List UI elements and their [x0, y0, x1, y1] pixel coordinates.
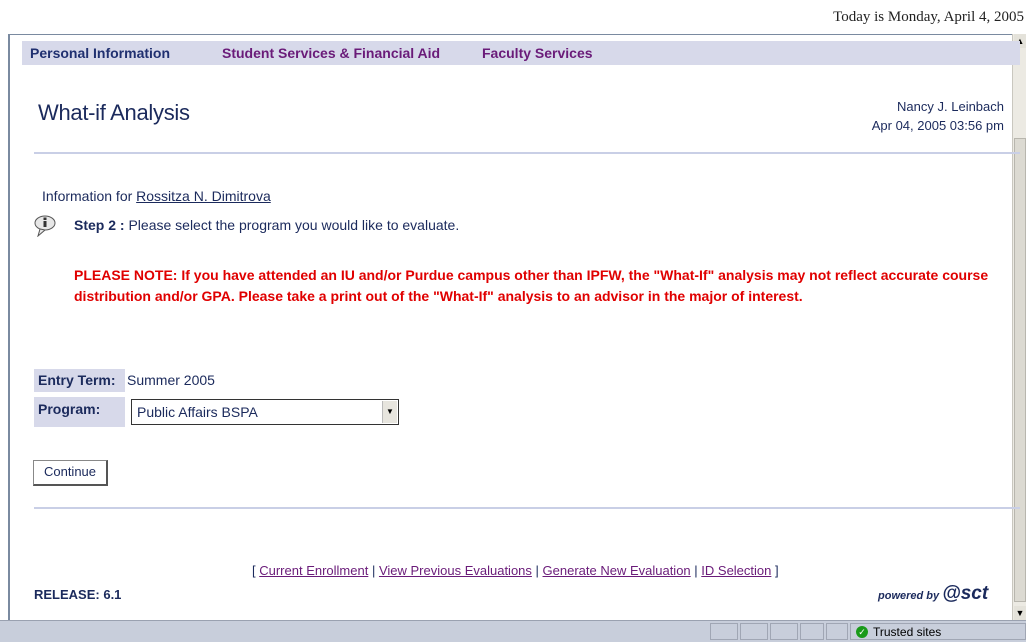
tab-personal-information[interactable]: Personal Information [30, 45, 170, 61]
browser-statusbar: ✓ Trusted sites [0, 620, 1026, 642]
session-timestamp: Apr 04, 2005 03:56 pm [871, 118, 1004, 133]
scroll-thumb[interactable] [1014, 138, 1026, 602]
program-selected-value: Public Affairs BSPA [137, 404, 258, 420]
status-pane [770, 623, 798, 640]
powered-by-text: powered by [878, 590, 940, 602]
continue-button[interactable]: Continue [33, 460, 108, 486]
warning-note: PLEASE NOTE: If you have attended an IU … [74, 267, 989, 304]
footer-divider [34, 507, 1020, 509]
step-instruction: Please select the program you would like… [128, 217, 460, 233]
sct-logo-text: sct [960, 583, 989, 604]
header-divider [34, 152, 1020, 154]
tab-student-services[interactable]: Student Services & Financial Aid [222, 45, 440, 61]
generate-new-evaluation-link[interactable]: Generate New Evaluation [543, 563, 691, 578]
user-info: Nancy J. Leinbach Apr 04, 2005 03:56 pm [872, 97, 1004, 135]
scroll-down-icon[interactable]: ▼ [1014, 606, 1026, 620]
tab-faculty-services[interactable]: Faculty Services [482, 45, 593, 61]
page-title: What-if Analysis [38, 100, 190, 125]
status-pane [740, 623, 768, 640]
vertical-scrollbar[interactable]: ▲ ▼ [1012, 34, 1026, 620]
entry-term-label: Entry Term: [34, 369, 125, 392]
id-selection-link[interactable]: ID Selection [701, 563, 771, 578]
info-prefix: Information for [42, 188, 133, 204]
status-pane [826, 623, 848, 640]
chevron-down-icon[interactable]: ▼ [382, 401, 397, 423]
student-name-link[interactable]: Rossitza N. Dimitrova [136, 188, 271, 204]
status-pane [710, 623, 738, 640]
info-line: Information for Rossitza N. Dimitrova [42, 188, 271, 204]
info-bubble-icon [34, 215, 56, 237]
entry-term-value: Summer 2005 [127, 372, 215, 388]
step-text-wrap: Step 2 : Please select the program you w… [74, 217, 459, 233]
powered-by-logo: powered by @sct [878, 583, 988, 605]
program-select[interactable]: Public Affairs BSPA ▼ [131, 399, 399, 425]
current-enrollment-link[interactable]: Current Enrollment [259, 563, 368, 578]
release-version: RELEASE: 6.1 [34, 587, 122, 602]
user-name: Nancy J. Leinbach [897, 99, 1004, 114]
program-label: Program: [34, 397, 125, 427]
main-nav: Personal Information Student Services & … [22, 41, 1020, 65]
trusted-check-icon: ✓ [856, 626, 868, 638]
date-line: Today is Monday, April 4, 2005 [833, 9, 1024, 25]
security-zone: ✓ Trusted sites [850, 623, 1026, 640]
status-pane [800, 623, 824, 640]
step-label: Step 2 : [74, 217, 125, 233]
date-strip: Today is Monday, April 4, 2005 [0, 0, 1026, 34]
sct-logo: @sct [942, 583, 989, 604]
security-zone-label: Trusted sites [873, 625, 942, 639]
footer-links: [ Current Enrollment | View Previous Eva… [252, 563, 779, 578]
view-previous-evaluations-link[interactable]: View Previous Evaluations [379, 563, 532, 578]
